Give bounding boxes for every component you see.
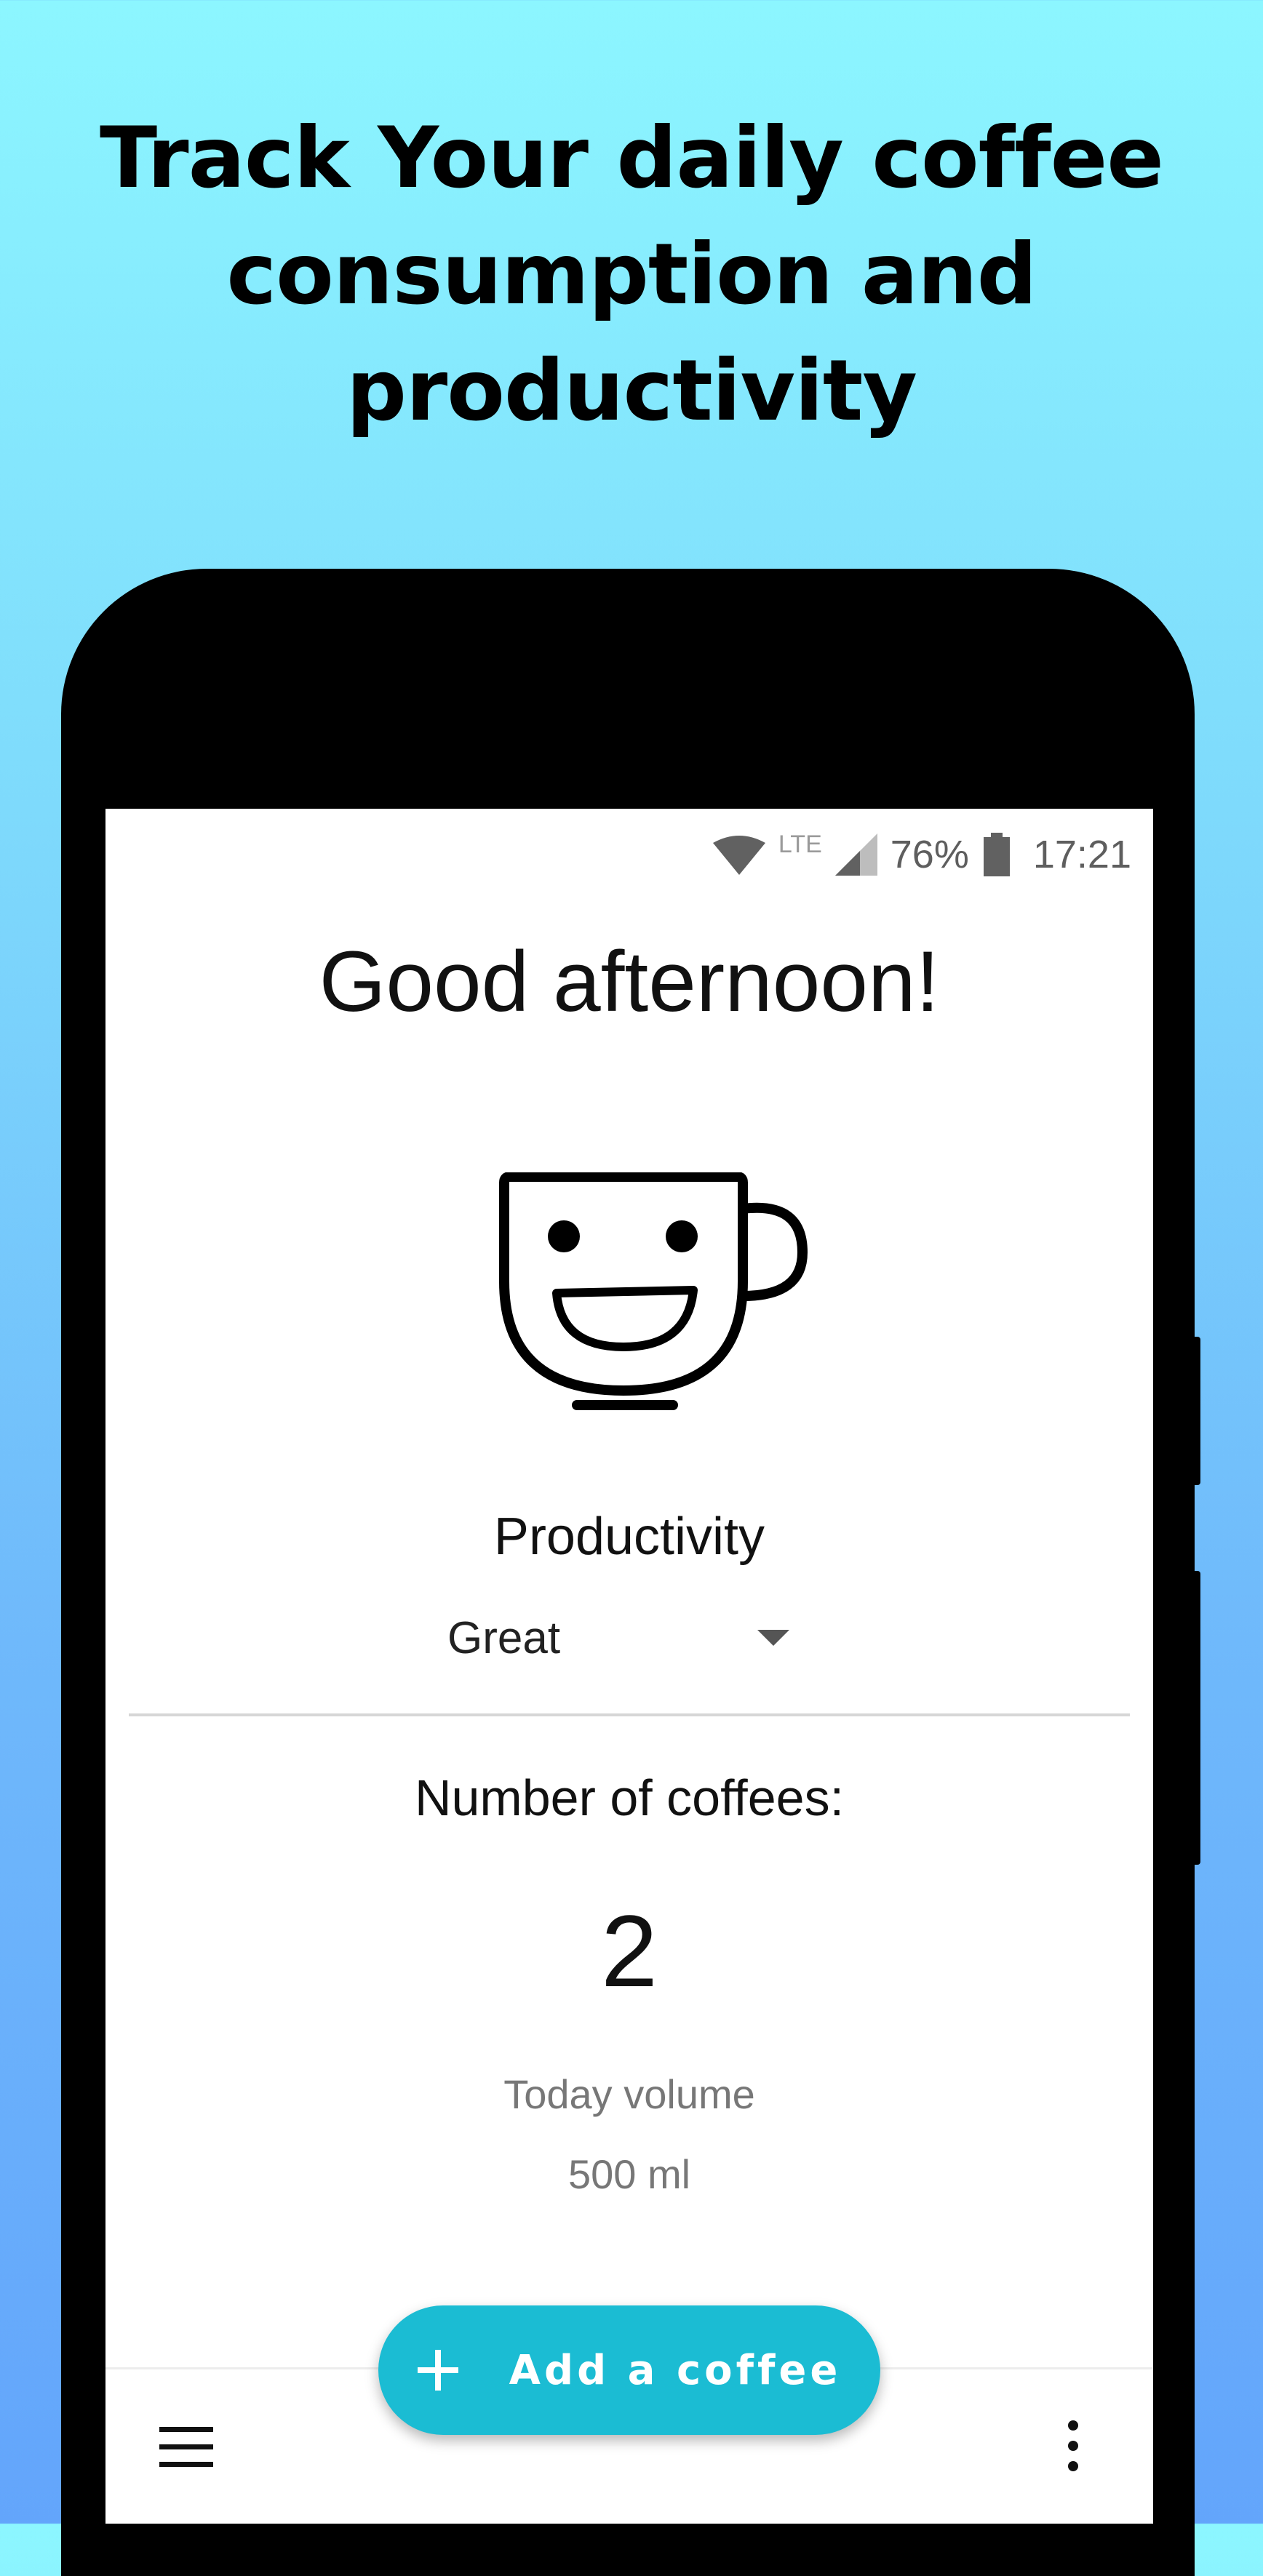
productivity-selected-value: Great bbox=[447, 1612, 561, 1663]
greeting-title: Good afternoon! bbox=[319, 934, 940, 1030]
wifi-icon bbox=[712, 836, 765, 875]
coffees-label: Number of coffees: bbox=[414, 1769, 845, 1826]
productivity-label: Productivity bbox=[493, 1508, 765, 1566]
add-coffee-label: Add a coffee bbox=[509, 2346, 842, 2394]
coffees-count: 2 bbox=[601, 1894, 658, 2008]
volume-value: 500 ml bbox=[567, 2151, 691, 2197]
status-bar: LTE 76% 17:21 bbox=[712, 822, 1131, 887]
phone-side-button bbox=[1190, 1571, 1200, 1865]
phone-side-button bbox=[1190, 1337, 1200, 1485]
cell-signal-icon bbox=[834, 833, 877, 876]
promo-headline-line: productivity bbox=[346, 342, 917, 440]
add-coffee-button[interactable]: Add a coffee bbox=[378, 2305, 880, 2435]
battery-icon bbox=[983, 833, 1010, 876]
plus-icon bbox=[417, 2350, 458, 2391]
promo-headline-line: consumption and bbox=[226, 225, 1037, 324]
app-screen: LTE 76% 17:21 Good afternoon! Productivi… bbox=[105, 809, 1153, 2524]
dropdown-arrow-icon bbox=[757, 1630, 789, 1646]
more-vert-icon[interactable] bbox=[1064, 2420, 1082, 2471]
clock: 17:21 bbox=[1032, 833, 1131, 876]
battery-percent: 76% bbox=[890, 833, 969, 876]
happy-mug-icon bbox=[499, 1172, 808, 1410]
promo-headline-line: Track Your daily coffee bbox=[100, 109, 1164, 207]
network-type: LTE bbox=[778, 831, 822, 858]
section-divider bbox=[129, 1713, 1130, 1716]
menu-icon[interactable] bbox=[159, 2427, 213, 2468]
promo-headline: Track Your daily coffee consumption and … bbox=[0, 100, 1263, 449]
productivity-select[interactable]: Great bbox=[447, 1601, 789, 1674]
volume-label: Today volume bbox=[503, 2071, 755, 2117]
